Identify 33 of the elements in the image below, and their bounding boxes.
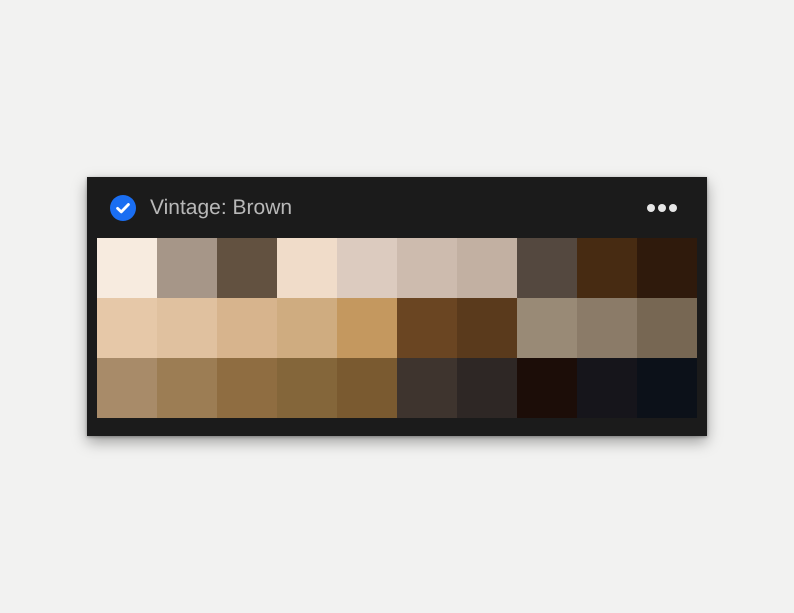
color-swatch[interactable] <box>457 358 517 418</box>
color-swatch[interactable] <box>337 238 397 298</box>
color-swatch[interactable] <box>157 238 217 298</box>
color-swatch[interactable] <box>337 358 397 418</box>
color-swatch[interactable] <box>97 238 157 298</box>
color-swatch[interactable] <box>517 358 577 418</box>
color-swatch[interactable] <box>577 238 637 298</box>
color-swatch[interactable] <box>157 298 217 358</box>
checkmark-circle-icon[interactable] <box>110 194 136 220</box>
color-swatch[interactable] <box>397 238 457 298</box>
color-swatch[interactable] <box>217 238 277 298</box>
color-swatch[interactable] <box>577 298 637 358</box>
more-icon[interactable] <box>647 204 677 212</box>
palette-title: Vintage: Brown <box>150 196 294 220</box>
color-swatch[interactable] <box>277 358 337 418</box>
color-swatch[interactable] <box>517 298 577 358</box>
color-swatch[interactable] <box>277 298 337 358</box>
color-swatch[interactable] <box>517 238 577 298</box>
color-swatch[interactable] <box>97 358 157 418</box>
color-swatch[interactable] <box>637 238 697 298</box>
color-swatch[interactable] <box>457 298 517 358</box>
color-swatch[interactable] <box>397 298 457 358</box>
color-swatch[interactable] <box>157 358 217 418</box>
color-swatch[interactable] <box>97 298 157 358</box>
color-swatch[interactable] <box>457 238 517 298</box>
color-swatch[interactable] <box>637 298 697 358</box>
color-swatch[interactable] <box>217 358 277 418</box>
color-swatch[interactable] <box>397 358 457 418</box>
color-swatch[interactable] <box>277 238 337 298</box>
color-swatch[interactable] <box>577 358 637 418</box>
color-swatch[interactable] <box>217 298 277 358</box>
color-swatch[interactable] <box>637 358 697 418</box>
color-swatch[interactable] <box>337 298 397 358</box>
